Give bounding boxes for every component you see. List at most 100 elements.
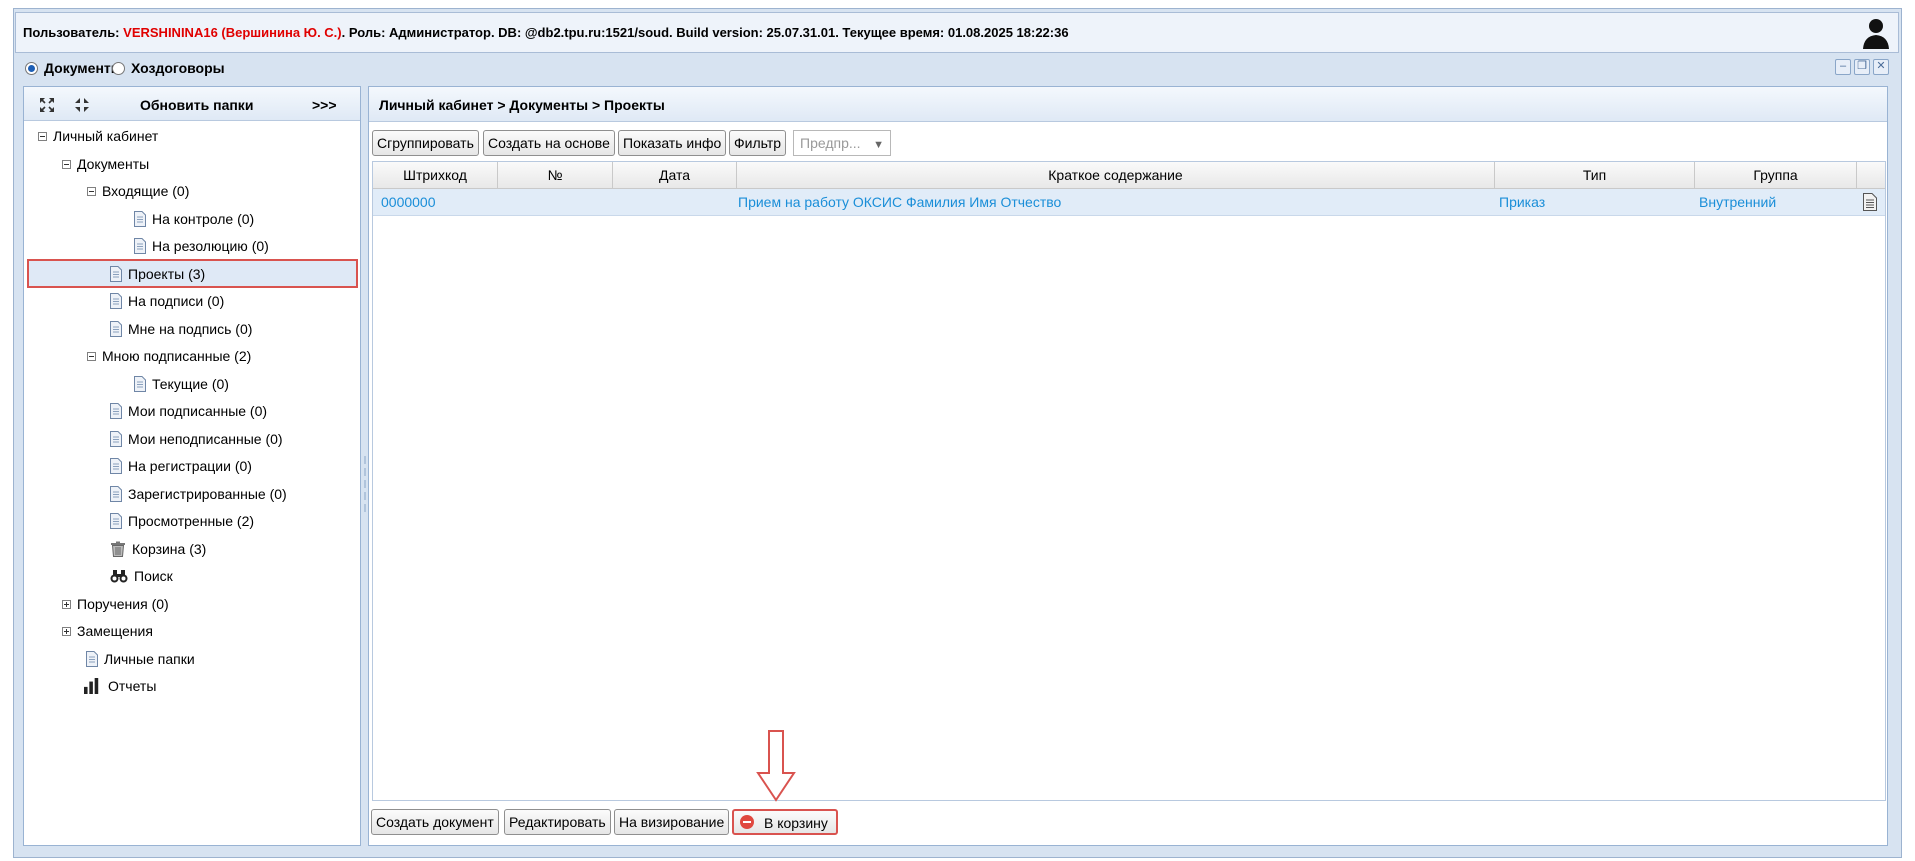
document-icon — [110, 486, 122, 502]
enterprise-select[interactable]: Предпр... ▼ — [793, 130, 891, 156]
user-label: Пользователь: — [23, 25, 120, 40]
tree-item-label: На резолюцию (0) — [152, 238, 269, 254]
close-icon[interactable]: ✕ — [1873, 59, 1889, 75]
tree-item-for-resolution[interactable]: На резолюцию (0) — [134, 235, 269, 257]
tree-item-label: Поиск — [134, 568, 173, 584]
minimize-icon[interactable]: – — [1835, 59, 1851, 75]
tree-item-label: Личные папки — [104, 651, 195, 667]
tree-item-label: Замещения — [77, 623, 153, 639]
row-group[interactable]: Внутренний — [1699, 189, 1776, 215]
refresh-folders-button[interactable]: Обновить папки — [140, 97, 253, 113]
tree-item-documents[interactable]: Документы — [62, 153, 149, 175]
document-icon — [134, 376, 146, 392]
collapse-toggle-icon[interactable] — [38, 131, 47, 141]
tree-item-reports[interactable]: Отчеты — [82, 675, 156, 697]
mode-documents-label: Документы — [44, 60, 123, 76]
tree-item-incoming[interactable]: Входящие (0) — [87, 180, 189, 202]
document-icon — [110, 293, 122, 309]
tree-item-on-control[interactable]: На контроле (0) — [134, 208, 254, 230]
chevron-down-icon[interactable]: ▼ — [873, 133, 884, 157]
tree-item-personal-folders[interactable]: Личные папки — [86, 648, 195, 670]
collapse-all-icon[interactable] — [74, 97, 90, 113]
mode-bar: Документы Хоздоговоры – ❐ ✕ — [15, 56, 1899, 80]
move-to-trash-label: В корзину — [764, 815, 828, 831]
tree-item-projects[interactable]: Проекты (3) — [110, 263, 205, 285]
column-summary[interactable]: Краткое содержание — [737, 162, 1495, 188]
tree-item-search[interactable]: Поиск — [110, 565, 173, 587]
binoculars-icon — [110, 570, 128, 583]
table-header: Штрихкод № Дата Краткое содержание Тип Г… — [373, 162, 1885, 189]
tree-item-label: На подписи (0) — [128, 293, 225, 309]
tree-item-label: Входящие (0) — [102, 183, 190, 199]
collapse-toggle-icon[interactable] — [87, 351, 96, 361]
more-button[interactable]: >>> — [312, 97, 337, 113]
tree-item-label: Личный кабинет — [53, 128, 159, 144]
tree-item-label: Документы — [77, 156, 150, 172]
tree-item-assignments[interactable]: Поручения (0) — [62, 593, 169, 615]
documents-table: Штрихкод № Дата Краткое содержание Тип Г… — [372, 161, 1886, 801]
tree-item-on-signing[interactable]: На подписи (0) — [110, 290, 224, 312]
folder-panel-header: Обновить папки >>> — [24, 87, 360, 121]
tree-item-label: На регистрации (0) — [128, 458, 252, 474]
mode-contracts-radio[interactable]: Хоздоговоры — [112, 60, 225, 76]
session-details: . Роль: Администратор. DB: @db2.tpu.ru:1… — [341, 25, 1069, 40]
tree-item-label: Зарегистрированные (0) — [128, 486, 287, 502]
tree-item-label: Мои неподписанные (0) — [128, 431, 283, 447]
radio-selected-icon[interactable] — [25, 61, 38, 75]
filter-button[interactable]: Фильтр — [729, 130, 787, 156]
breadcrumb-text: Личный кабинет > Документы > Проекты — [379, 97, 665, 113]
mode-documents-radio[interactable]: Документы — [25, 60, 123, 76]
collapse-toggle-icon[interactable] — [87, 186, 96, 196]
collapse-toggle-icon[interactable] — [62, 159, 71, 169]
show-info-button[interactable]: Показать инфо — [618, 130, 727, 156]
tree-item-label: Поручения (0) — [77, 596, 169, 612]
window-controls: – ❐ ✕ — [1835, 59, 1889, 75]
user-name: VERSHININA16 (Вершинина Ю. С.) — [123, 25, 342, 40]
tree-item-trash[interactable]: Корзина (3) — [110, 538, 206, 560]
document-icon — [110, 513, 122, 529]
row-barcode[interactable]: 0000000 — [381, 189, 436, 215]
column-barcode[interactable]: Штрихкод — [373, 162, 498, 188]
tree-item-current[interactable]: Текущие (0) — [134, 373, 229, 395]
remove-icon — [740, 815, 754, 829]
breadcrumb: Личный кабинет > Документы > Проекты — [369, 87, 1887, 122]
create-based-on-button[interactable]: Создать на основе — [483, 130, 615, 156]
radio-unselected-icon[interactable] — [112, 61, 125, 75]
tree-item-label: Текущие (0) — [152, 376, 229, 392]
expand-toggle-icon[interactable] — [62, 599, 71, 609]
tree-item-label: Проекты (3) — [128, 266, 206, 282]
tree-item-viewed[interactable]: Просмотренные (2) — [110, 510, 254, 532]
tree-item-my-unsigned[interactable]: Мои неподписанные (0) — [110, 428, 283, 450]
tree-item-label: Мною подписанные (2) — [102, 348, 252, 364]
column-number[interactable]: № — [498, 162, 613, 188]
tree-item-my-signed[interactable]: Мои подписанные (0) — [110, 400, 267, 422]
column-group[interactable]: Группа — [1695, 162, 1857, 188]
column-date[interactable]: Дата — [613, 162, 737, 188]
tree-item-substitutions[interactable]: Замещения — [62, 620, 153, 642]
session-info: Пользователь: VERSHININA16 (Вершинина Ю.… — [23, 25, 1069, 40]
document-details-icon[interactable] — [1863, 193, 1877, 211]
create-document-button[interactable]: Создать документ — [371, 809, 499, 835]
document-icon — [110, 431, 122, 447]
row-summary[interactable]: Прием на работу ОКСИС Фамилия Имя Отчест… — [738, 189, 1061, 215]
column-type[interactable]: Тип — [1495, 162, 1695, 188]
expand-all-icon[interactable] — [39, 97, 55, 113]
tree-item-signed-by-me[interactable]: Мною подписанные (2) — [87, 345, 251, 367]
document-icon — [134, 211, 146, 227]
send-for-approval-button[interactable]: На визирование — [614, 809, 730, 835]
row-type[interactable]: Приказ — [1499, 189, 1545, 215]
tree-item-personal-cabinet[interactable]: Личный кабинет — [38, 125, 158, 147]
move-to-trash-button[interactable]: В корзину — [732, 809, 838, 835]
tree-item-registered[interactable]: Зарегистрированные (0) — [110, 483, 287, 505]
table-row[interactable]: 0000000 Прием на работу ОКСИС Фамилия Им… — [373, 189, 1885, 216]
tree-item-label: Мне на подпись (0) — [128, 321, 253, 337]
edit-button[interactable]: Редактировать — [504, 809, 611, 835]
expand-toggle-icon[interactable] — [62, 626, 71, 636]
group-button[interactable]: Сгруппировать — [372, 130, 479, 156]
restore-icon[interactable]: ❐ — [1854, 59, 1870, 75]
tree-item-to-me-for-signing[interactable]: Мне на подпись (0) — [110, 318, 252, 340]
user-avatar-icon[interactable] — [1860, 16, 1892, 50]
tree-item-label: Отчеты — [108, 678, 157, 694]
tree-item-label: Мои подписанные (0) — [128, 403, 268, 419]
tree-item-on-registration[interactable]: На регистрации (0) — [110, 455, 252, 477]
